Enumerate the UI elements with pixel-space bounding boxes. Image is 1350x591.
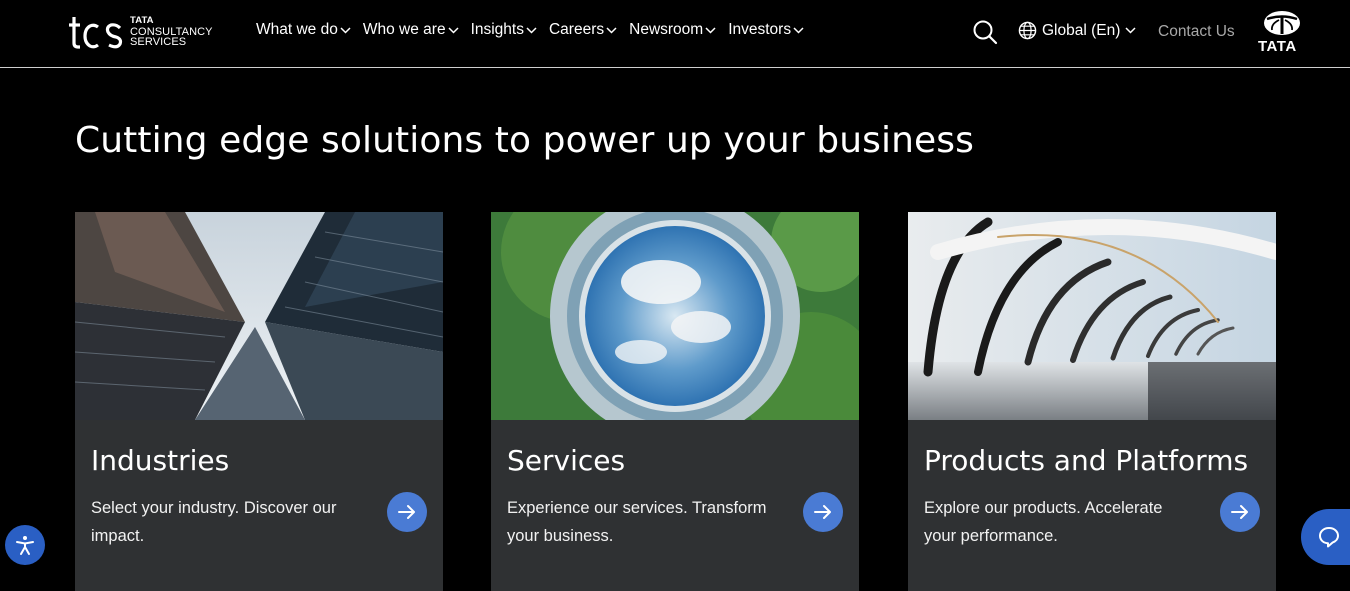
tata-logo-mark (1264, 11, 1300, 35)
nav-careers[interactable]: Careers (549, 21, 617, 39)
card-title: Services (507, 444, 626, 477)
chevron-down-icon (526, 26, 537, 34)
services-card[interactable]: Services Experience our services. Transf… (491, 212, 859, 591)
products-platforms-image (908, 212, 1276, 420)
chevron-down-icon (606, 26, 617, 34)
arrow-right-icon (398, 505, 415, 519)
logo-wordmark: TATA CONSULTANCY SERVICES (130, 16, 213, 48)
industries-image (75, 212, 443, 420)
card-description: Experience our services. Transform your … (507, 499, 767, 545)
nav-newsroom[interactable]: Newsroom (629, 21, 716, 39)
nav-what-we-do[interactable]: What we do (256, 21, 351, 39)
nav-label: Insights (470, 21, 524, 38)
contact-us-link[interactable]: Contact Us (1158, 23, 1235, 41)
accessibility-button[interactable] (5, 525, 45, 565)
nav-label: Newsroom (629, 21, 704, 38)
products-arrow-button[interactable] (1220, 492, 1260, 532)
chat-button[interactable] (1301, 509, 1350, 565)
nav-label: What we do (256, 21, 338, 38)
chevron-down-icon (340, 26, 351, 34)
search-icon (973, 20, 998, 45)
nav-insights[interactable]: Insights (471, 21, 537, 39)
chevron-down-icon (793, 26, 804, 34)
industries-card[interactable]: Industries Select your industry. Discove… (75, 212, 443, 591)
nav-label: Careers (548, 21, 605, 38)
nav-label: Investors (728, 21, 792, 38)
page-headline: Cutting edge solutions to power up your … (75, 120, 974, 161)
nav-label: Who we are (362, 21, 446, 38)
main-nav: What we do Who we are Insights Careers N… (256, 21, 816, 39)
products-platforms-card[interactable]: Products and Platforms Explore our produ… (908, 212, 1276, 591)
tata-logo[interactable]: TATA (1257, 10, 1307, 55)
language-label: Global (En) (1042, 21, 1121, 39)
accessibility-icon (16, 536, 34, 555)
services-arrow-button[interactable] (803, 492, 843, 532)
tata-wordmark: TATA (1258, 38, 1297, 55)
chevron-down-icon (1125, 27, 1136, 34)
nav-investors[interactable]: Investors (728, 21, 804, 39)
card-title: Products and Platforms (924, 444, 1249, 477)
logo-line-3: SERVICES (130, 36, 187, 49)
search-button[interactable] (972, 19, 998, 45)
language-selector[interactable]: Global (En) (1018, 21, 1136, 40)
tcs-logo[interactable]: TATA CONSULTANCY SERVICES (68, 13, 213, 51)
industries-arrow-button[interactable] (387, 492, 427, 532)
globe-icon (1018, 21, 1037, 40)
chat-icon (1319, 527, 1339, 548)
tcs-logo-mark (69, 17, 123, 49)
site-header: TATA CONSULTANCY SERVICES What we do Who… (0, 0, 1350, 68)
card-description: Explore our products. Accelerate your pe… (924, 499, 1163, 545)
card-title: Industries (91, 444, 230, 477)
card-description: Select your industry. Discover our impac… (91, 499, 337, 545)
arrow-right-icon (814, 505, 831, 519)
chevron-down-icon (448, 26, 459, 34)
services-image (491, 212, 859, 420)
arrow-right-icon (1231, 505, 1248, 519)
chevron-down-icon (705, 26, 716, 34)
nav-who-we-are[interactable]: Who we are (363, 21, 459, 39)
